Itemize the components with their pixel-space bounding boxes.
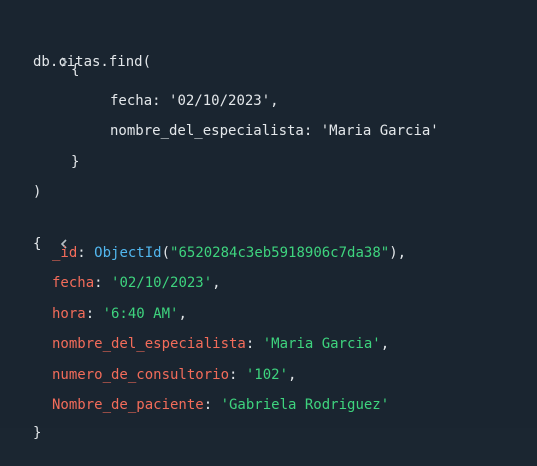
result-value: '6:40 AM' bbox=[102, 306, 179, 322]
filter-value-especialista: 'Maria Garcia' bbox=[320, 123, 439, 139]
output-line-id: _id: ObjectId("6520284c3eb5918906c7da38"… bbox=[52, 245, 407, 261]
input-line-5: } bbox=[0, 129, 79, 170]
command-text: db.citas.find( bbox=[33, 54, 152, 70]
result-value: 'Gabriela Rodriguez' bbox=[220, 397, 390, 413]
result-key-id: _id bbox=[52, 245, 78, 261]
input-line-6: ) bbox=[0, 159, 41, 200]
close-paren: ) bbox=[33, 184, 42, 200]
objectid-function: ObjectId bbox=[94, 245, 162, 261]
result-key: hora bbox=[52, 306, 86, 322]
filter-value-fecha: '02/10/2023' bbox=[169, 93, 271, 109]
mongo-shell: db.citas.find( { fecha: '02/10/2023', no… bbox=[0, 0, 537, 441]
result-value-id: "6520284c3eb5918906c7da38" bbox=[170, 245, 390, 261]
input-line-1: db.citas.find( bbox=[0, 7, 151, 70]
result-open-brace: { bbox=[33, 236, 42, 252]
output-line-close: } bbox=[0, 400, 41, 441]
open-brace: { bbox=[71, 62, 80, 78]
close-brace: } bbox=[71, 154, 80, 170]
output-line-field: Nombre_de_paciente: 'Gabriela Rodriguez' bbox=[52, 397, 390, 413]
result-key: numero_de_consultorio bbox=[52, 367, 230, 383]
output-line-field: fecha: '02/10/2023', bbox=[52, 275, 221, 291]
input-line-4: nombre_del_especialista: 'Maria Garcia' bbox=[110, 123, 439, 139]
input-line-2: { bbox=[0, 37, 79, 78]
result-close-brace: } bbox=[33, 425, 42, 441]
result-key: nombre_del_especialista bbox=[52, 336, 246, 352]
filter-key-especialista: nombre_del_especialista bbox=[110, 123, 304, 139]
output-line-field: numero_de_consultorio: '102', bbox=[52, 367, 297, 383]
result-value: '02/10/2023' bbox=[111, 275, 213, 291]
output-line-field: hora: '6:40 AM', bbox=[52, 306, 187, 322]
result-value: 'Maria Garcia' bbox=[262, 336, 381, 352]
filter-key-fecha: fecha bbox=[110, 93, 153, 109]
output-line-open: { bbox=[0, 189, 67, 252]
result-key: fecha bbox=[52, 275, 95, 291]
input-line-3: fecha: '02/10/2023', bbox=[110, 93, 279, 109]
result-key: Nombre_de_paciente bbox=[52, 397, 204, 413]
result-value: '102' bbox=[245, 367, 289, 383]
output-line-field: nombre_del_especialista: 'Maria Garcia', bbox=[52, 336, 390, 352]
